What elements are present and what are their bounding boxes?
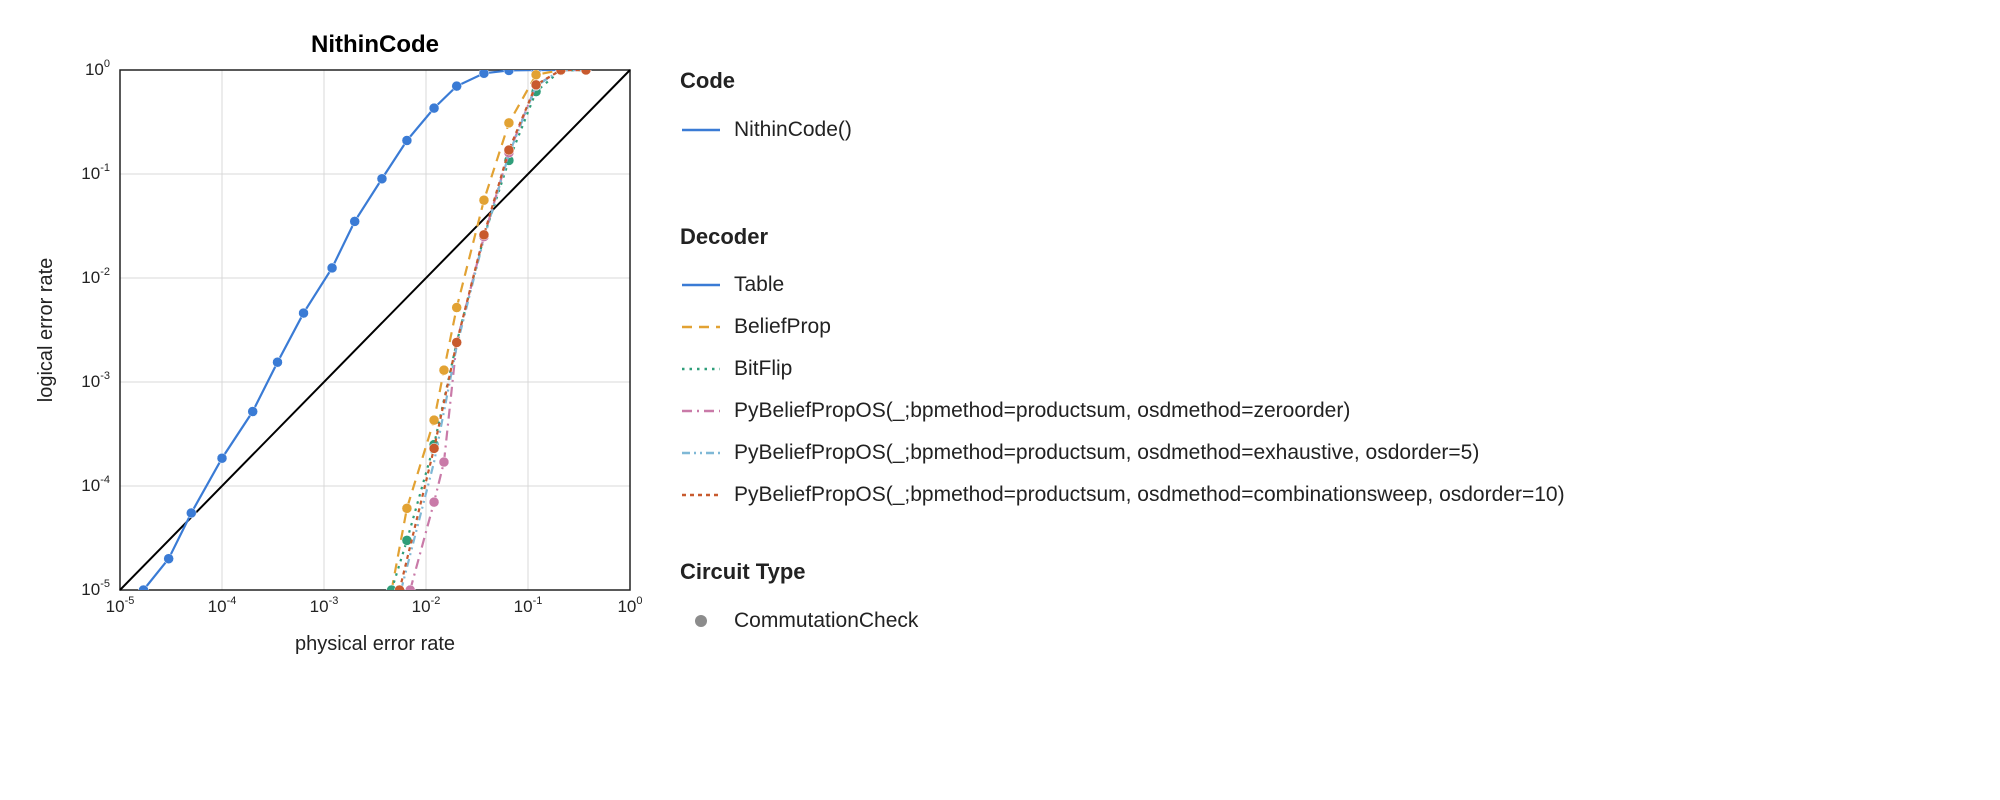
series-point xyxy=(504,65,514,75)
legend-decoder-swatch xyxy=(680,401,722,421)
legend-decoder-item: Table xyxy=(680,265,1960,305)
legend-circuit-label: CommutationCheck xyxy=(734,601,918,641)
legend-decoder-swatch xyxy=(680,317,722,337)
tick-label: 10-2 xyxy=(412,595,441,616)
tick-label: 10-3 xyxy=(81,370,110,391)
page-root: NithinCode 10-510-5 10-4 10-4 10-3 10-3 10-2 10… xyxy=(0,0,2000,800)
series-point xyxy=(531,80,541,90)
series-point xyxy=(377,174,387,184)
series-point xyxy=(402,135,412,145)
tick-label: 100 xyxy=(85,58,110,79)
legend-code-label: NithinCode() xyxy=(734,110,852,150)
series-point xyxy=(248,407,258,417)
legend-decoder-title: Decoder xyxy=(680,216,1960,258)
legend-decoder-swatch xyxy=(680,275,722,295)
series-line-2 xyxy=(392,70,586,590)
series-point xyxy=(452,303,462,313)
legend-code-list: NithinCode() xyxy=(680,110,1960,150)
legend-circuit-swatch xyxy=(680,611,722,631)
series-line-0 xyxy=(144,70,586,590)
series-point xyxy=(452,337,462,347)
series-point xyxy=(429,497,439,507)
legend-code-title: Code xyxy=(680,60,1960,102)
identity-line xyxy=(120,70,630,590)
series-point xyxy=(272,357,282,367)
series-point xyxy=(439,457,449,467)
tick-label: 100 xyxy=(617,595,642,616)
series-line-3 xyxy=(410,70,586,590)
series-point xyxy=(402,535,412,545)
series-line-1 xyxy=(392,70,586,590)
legend-decoder-label: PyBeliefPropOS(_;bpmethod=productsum, os… xyxy=(734,433,1479,473)
tick-label: 10-1 xyxy=(81,162,110,183)
series-point xyxy=(452,81,462,91)
x-axis-label: physical error rate xyxy=(295,633,455,655)
legend-decoder-item: BitFlip xyxy=(680,349,1960,389)
legend-decoder-item: BeliefProp xyxy=(680,307,1960,347)
legend-decoder-item: PyBeliefPropOS(_;bpmethod=productsum, os… xyxy=(680,391,1960,431)
tick-label: 10-5 xyxy=(81,578,110,599)
legend-decoder-label: PyBeliefPropOS(_;bpmethod=productsum, os… xyxy=(734,475,1565,515)
tick-label: 10-5 xyxy=(106,595,135,616)
series-point xyxy=(479,230,489,240)
series-point xyxy=(405,585,415,595)
chart-title: NithinCode xyxy=(311,31,439,58)
tick-label: 10-2 xyxy=(81,266,110,287)
series-point xyxy=(504,145,514,155)
chart-panel: NithinCode 10-510-5 10-4 10-4 10-3 10-3 10-2 10… xyxy=(30,30,650,670)
legend-circuit-item: CommutationCheck xyxy=(680,601,1960,641)
series-line-5 xyxy=(400,70,586,590)
tick-label: 10-3 xyxy=(310,595,339,616)
series-line-4 xyxy=(401,70,586,590)
series-point xyxy=(402,503,412,513)
series-point xyxy=(186,508,196,518)
series-point xyxy=(350,216,360,226)
series-point xyxy=(504,118,514,128)
legend-decoder-list: TableBeliefPropBitFlipPyBeliefPropOS(_;b… xyxy=(680,265,1960,514)
legend-decoder-label: PyBeliefPropOS(_;bpmethod=productsum, os… xyxy=(734,391,1350,431)
legend-circuit-title: Circuit Type xyxy=(680,551,1960,593)
series-point xyxy=(299,308,309,318)
tick-label: 10-4 xyxy=(208,595,237,616)
series-point xyxy=(217,453,227,463)
series-point xyxy=(479,195,489,205)
legend-decoder-label: BitFlip xyxy=(734,349,792,389)
series-point xyxy=(581,65,591,75)
chart-svg: NithinCode 10-510-5 10-4 10-4 10-3 10-3 10-2 10… xyxy=(30,30,650,670)
legend-decoder-label: Table xyxy=(734,265,784,305)
y-axis-label: logical error rate xyxy=(35,258,57,403)
series-point xyxy=(327,263,337,273)
legend-decoder-item: PyBeliefPropOS(_;bpmethod=productsum, os… xyxy=(680,433,1960,473)
series-point xyxy=(395,585,405,595)
legend-decoder-item: PyBeliefPropOS(_;bpmethod=productsum, os… xyxy=(680,475,1960,515)
series-point xyxy=(164,554,174,564)
legend-decoder-label: BeliefProp xyxy=(734,307,831,347)
series-point xyxy=(429,443,439,453)
legend-code-swatch xyxy=(680,120,722,140)
legend-code-item: NithinCode() xyxy=(680,110,1960,150)
series-point xyxy=(429,103,439,113)
series-point xyxy=(439,365,449,375)
series-point xyxy=(556,65,566,75)
legend-decoder-swatch xyxy=(680,443,722,463)
legend-circuit-list: CommutationCheck xyxy=(680,601,1960,641)
legend-decoder-swatch xyxy=(680,485,722,505)
series-point xyxy=(531,70,541,80)
series-point xyxy=(139,585,149,595)
tick-label: 10-4 xyxy=(81,474,110,495)
series-point xyxy=(429,415,439,425)
tick-label: 10-1 xyxy=(514,595,543,616)
legend-panel: Code NithinCode() Decoder TableBeliefPro… xyxy=(680,60,1960,643)
legend-decoder-swatch xyxy=(680,359,722,379)
